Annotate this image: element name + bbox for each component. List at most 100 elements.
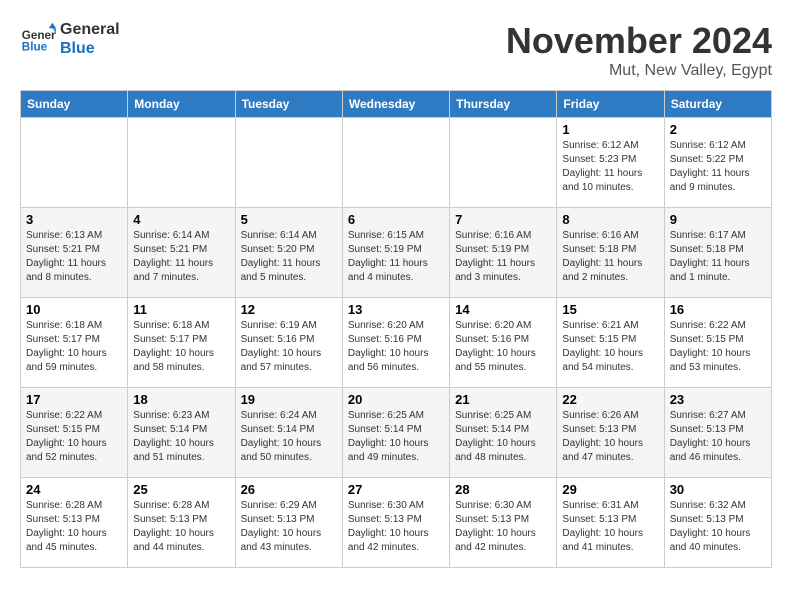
calendar-cell: 10Sunrise: 6:18 AM Sunset: 5:17 PM Dayli… xyxy=(21,298,128,388)
calendar-week: 10Sunrise: 6:18 AM Sunset: 5:17 PM Dayli… xyxy=(21,298,772,388)
day-info: Sunrise: 6:16 AM Sunset: 5:19 PM Dayligh… xyxy=(455,229,551,285)
header-row: SundayMondayTuesdayWednesdayThursdayFrid… xyxy=(21,91,772,118)
day-info: Sunrise: 6:20 AM Sunset: 5:16 PM Dayligh… xyxy=(455,319,551,375)
calendar-cell: 26 Sunrise: 6:29 AM Sunset: 5:13 PM Dayli… xyxy=(235,478,342,568)
day-info: Sunrise: 6:12 AM Sunset: 5:23 PM Dayligh… xyxy=(562,139,658,195)
day-info: Sunrise: 6:17 AM Sunset: 5:18 PM Dayligh… xyxy=(670,229,766,285)
day-info: Sunrise: 6:29 AM Sunset: 5:13 PM Dayligh… xyxy=(241,499,337,555)
calendar-cell: 16 Sunrise: 6:22 AM Sunset: 5:15 PM Dayli… xyxy=(664,298,771,388)
day-number: 27 xyxy=(348,482,444,497)
day-info: Sunrise: 6:22 AM Sunset: 5:15 PM Dayligh… xyxy=(670,319,766,375)
day-info: Sunrise: 6:15 AM Sunset: 5:19 PM Dayligh… xyxy=(348,229,444,285)
calendar-week: 17 Sunrise: 6:22 AM Sunset: 5:15 PM Dayli… xyxy=(21,388,772,478)
day-info: Sunrise: 6:27 AM Sunset: 5:13 PM Dayligh… xyxy=(670,409,766,465)
day-number: 26 xyxy=(241,482,337,497)
day-number: 22 xyxy=(562,392,658,407)
weekday-header: Tuesday xyxy=(235,91,342,118)
calendar-cell xyxy=(342,118,449,208)
calendar-week: 24Sunrise: 6:28 AM Sunset: 5:13 PM Dayli… xyxy=(21,478,772,568)
day-number: 1 xyxy=(562,122,658,137)
day-number: 29 xyxy=(562,482,658,497)
calendar-cell: 24Sunrise: 6:28 AM Sunset: 5:13 PM Dayli… xyxy=(21,478,128,568)
calendar-cell: 11Sunrise: 6:18 AM Sunset: 5:17 PM Dayli… xyxy=(128,298,235,388)
weekday-header: Saturday xyxy=(664,91,771,118)
calendar-cell: 23Sunrise: 6:27 AM Sunset: 5:13 PM Dayli… xyxy=(664,388,771,478)
day-info: Sunrise: 6:14 AM Sunset: 5:21 PM Dayligh… xyxy=(133,229,229,285)
day-number: 18 xyxy=(133,392,229,407)
calendar-cell: 22 Sunrise: 6:26 AM Sunset: 5:13 PM Dayli… xyxy=(557,388,664,478)
day-info: Sunrise: 6:20 AM Sunset: 5:16 PM Dayligh… xyxy=(348,319,444,375)
day-number: 15 xyxy=(562,302,658,317)
day-number: 9 xyxy=(670,212,766,227)
calendar-cell: 15 Sunrise: 6:21 AM Sunset: 5:15 PM Dayli… xyxy=(557,298,664,388)
calendar-cell: 19 Sunrise: 6:24 AM Sunset: 5:14 PM Dayli… xyxy=(235,388,342,478)
calendar-cell: 29 Sunrise: 6:31 AM Sunset: 5:13 PM Dayli… xyxy=(557,478,664,568)
calendar-cell: 21 Sunrise: 6:25 AM Sunset: 5:14 PM Dayli… xyxy=(450,388,557,478)
calendar-cell: 13 Sunrise: 6:20 AM Sunset: 5:16 PM Dayli… xyxy=(342,298,449,388)
day-info: Sunrise: 6:14 AM Sunset: 5:20 PM Dayligh… xyxy=(241,229,337,285)
day-info: Sunrise: 6:21 AM Sunset: 5:15 PM Dayligh… xyxy=(562,319,658,375)
calendar-cell: 9 Sunrise: 6:17 AM Sunset: 5:18 PM Daylig… xyxy=(664,208,771,298)
calendar-cell xyxy=(450,118,557,208)
day-info: Sunrise: 6:16 AM Sunset: 5:18 PM Dayligh… xyxy=(562,229,658,285)
calendar-cell: 3 Sunrise: 6:13 AM Sunset: 5:21 PM Daylig… xyxy=(21,208,128,298)
logo-line1: General xyxy=(60,20,120,39)
day-info: Sunrise: 6:13 AM Sunset: 5:21 PM Dayligh… xyxy=(26,229,122,285)
day-info: Sunrise: 6:25 AM Sunset: 5:14 PM Dayligh… xyxy=(348,409,444,465)
day-number: 30 xyxy=(670,482,766,497)
day-number: 4 xyxy=(133,212,229,227)
day-info: Sunrise: 6:30 AM Sunset: 5:13 PM Dayligh… xyxy=(348,499,444,555)
day-info: Sunrise: 6:24 AM Sunset: 5:14 PM Dayligh… xyxy=(241,409,337,465)
logo: General Blue General Blue xyxy=(20,20,120,58)
calendar-cell xyxy=(21,118,128,208)
day-number: 21 xyxy=(455,392,551,407)
weekday-header: Friday xyxy=(557,91,664,118)
day-number: 11 xyxy=(133,302,229,317)
calendar-table: SundayMondayTuesdayWednesdayThursdayFrid… xyxy=(20,90,772,568)
calendar-cell: 20 Sunrise: 6:25 AM Sunset: 5:14 PM Dayli… xyxy=(342,388,449,478)
calendar-cell: 5 Sunrise: 6:14 AM Sunset: 5:20 PM Daylig… xyxy=(235,208,342,298)
day-number: 16 xyxy=(670,302,766,317)
calendar-week: 3 Sunrise: 6:13 AM Sunset: 5:21 PM Daylig… xyxy=(21,208,772,298)
weekday-header: Sunday xyxy=(21,91,128,118)
calendar-cell: 1 Sunrise: 6:12 AM Sunset: 5:23 PM Daylig… xyxy=(557,118,664,208)
calendar-header: SundayMondayTuesdayWednesdayThursdayFrid… xyxy=(21,91,772,118)
day-info: Sunrise: 6:22 AM Sunset: 5:15 PM Dayligh… xyxy=(26,409,122,465)
day-number: 5 xyxy=(241,212,337,227)
day-info: Sunrise: 6:31 AM Sunset: 5:13 PM Dayligh… xyxy=(562,499,658,555)
day-number: 20 xyxy=(348,392,444,407)
weekday-header: Thursday xyxy=(450,91,557,118)
header: General Blue General Blue November 2024 … xyxy=(20,20,772,80)
day-number: 19 xyxy=(241,392,337,407)
calendar-body: 1 Sunrise: 6:12 AM Sunset: 5:23 PM Daylig… xyxy=(21,118,772,568)
day-info: Sunrise: 6:19 AM Sunset: 5:16 PM Dayligh… xyxy=(241,319,337,375)
day-number: 10 xyxy=(26,302,122,317)
calendar-cell: 17 Sunrise: 6:22 AM Sunset: 5:15 PM Dayli… xyxy=(21,388,128,478)
day-number: 13 xyxy=(348,302,444,317)
day-number: 14 xyxy=(455,302,551,317)
calendar-week: 1 Sunrise: 6:12 AM Sunset: 5:23 PM Daylig… xyxy=(21,118,772,208)
calendar-cell xyxy=(128,118,235,208)
calendar-cell: 14 Sunrise: 6:20 AM Sunset: 5:16 PM Dayli… xyxy=(450,298,557,388)
calendar-cell: 18Sunrise: 6:23 AM Sunset: 5:14 PM Dayli… xyxy=(128,388,235,478)
day-info: Sunrise: 6:30 AM Sunset: 5:13 PM Dayligh… xyxy=(455,499,551,555)
calendar-cell: 7Sunrise: 6:16 AM Sunset: 5:19 PM Daylig… xyxy=(450,208,557,298)
calendar-cell: 2Sunrise: 6:12 AM Sunset: 5:22 PM Daylig… xyxy=(664,118,771,208)
calendar-cell: 28 Sunrise: 6:30 AM Sunset: 5:13 PM Dayli… xyxy=(450,478,557,568)
day-number: 28 xyxy=(455,482,551,497)
calendar-cell xyxy=(235,118,342,208)
day-info: Sunrise: 6:25 AM Sunset: 5:14 PM Dayligh… xyxy=(455,409,551,465)
day-number: 12 xyxy=(241,302,337,317)
day-info: Sunrise: 6:26 AM Sunset: 5:13 PM Dayligh… xyxy=(562,409,658,465)
weekday-header: Wednesday xyxy=(342,91,449,118)
calendar-cell: 25Sunrise: 6:28 AM Sunset: 5:13 PM Dayli… xyxy=(128,478,235,568)
logo-icon: General Blue xyxy=(20,21,56,57)
calendar-cell: 12 Sunrise: 6:19 AM Sunset: 5:16 PM Dayli… xyxy=(235,298,342,388)
day-number: 17 xyxy=(26,392,122,407)
day-info: Sunrise: 6:32 AM Sunset: 5:13 PM Dayligh… xyxy=(670,499,766,555)
calendar-cell: 27 Sunrise: 6:30 AM Sunset: 5:13 PM Dayli… xyxy=(342,478,449,568)
day-number: 3 xyxy=(26,212,122,227)
location: Mut, New Valley, Egypt xyxy=(506,62,772,80)
day-number: 8 xyxy=(562,212,658,227)
calendar-cell: 8 Sunrise: 6:16 AM Sunset: 5:18 PM Daylig… xyxy=(557,208,664,298)
